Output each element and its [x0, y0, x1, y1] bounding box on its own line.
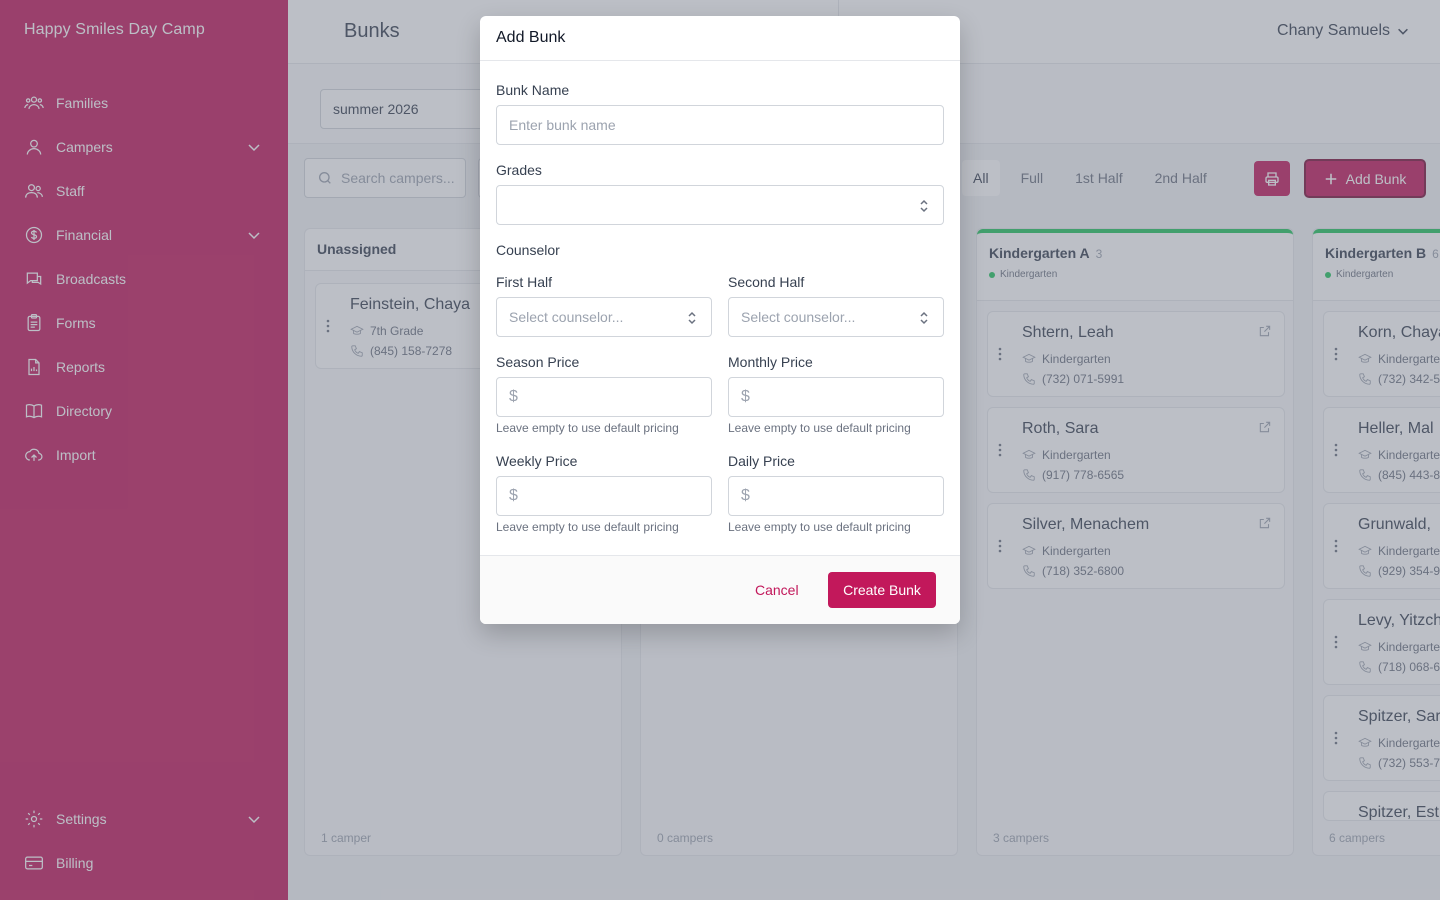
season-price-hint: Leave empty to use default pricing — [496, 421, 679, 435]
monthly-price-label: Monthly Price — [728, 354, 813, 370]
currency-symbol: $ — [509, 487, 518, 504]
season-price-label: Season Price — [496, 354, 580, 370]
bunk-name-label: Bunk Name — [496, 82, 570, 98]
first-half-counselor-select[interactable]: Select counselor... — [496, 297, 712, 337]
weekly-price-hint: Leave empty to use default pricing — [496, 520, 679, 534]
monthly-price-input[interactable]: $ — [728, 377, 944, 417]
bunk-name-input[interactable]: Enter bunk name — [496, 105, 944, 145]
first-half-placeholder: Select counselor... — [509, 309, 624, 325]
modal-title: Add Bunk — [480, 16, 960, 61]
add-bunk-modal: Add Bunk Bunk Name Enter bunk name Grade… — [480, 16, 960, 624]
daily-price-hint: Leave empty to use default pricing — [728, 520, 911, 534]
second-half-label: Second Half — [728, 274, 805, 290]
cancel-button[interactable]: Cancel — [742, 573, 812, 608]
weekly-price-input[interactable]: $ — [496, 476, 712, 516]
modal-footer: Cancel Create Bunk — [480, 555, 960, 624]
chevron-up-down-icon — [920, 311, 928, 325]
daily-price-label: Daily Price — [728, 453, 795, 469]
daily-price-input[interactable]: $ — [728, 476, 944, 516]
chevron-up-down-icon — [920, 199, 928, 213]
currency-symbol: $ — [509, 388, 518, 405]
season-price-input[interactable]: $ — [496, 377, 712, 417]
monthly-price-hint: Leave empty to use default pricing — [728, 421, 911, 435]
second-half-placeholder: Select counselor... — [741, 309, 856, 325]
grades-label: Grades — [496, 162, 542, 178]
create-bunk-button[interactable]: Create Bunk — [828, 572, 936, 608]
weekly-price-label: Weekly Price — [496, 453, 578, 469]
bunk-name-placeholder: Enter bunk name — [509, 117, 616, 133]
currency-symbol: $ — [741, 487, 750, 504]
chevron-up-down-icon — [688, 311, 696, 325]
second-half-counselor-select[interactable]: Select counselor... — [728, 297, 944, 337]
grades-select[interactable] — [496, 185, 944, 225]
first-half-label: First Half — [496, 274, 552, 290]
currency-symbol: $ — [741, 388, 750, 405]
counselor-label: Counselor — [496, 242, 560, 258]
